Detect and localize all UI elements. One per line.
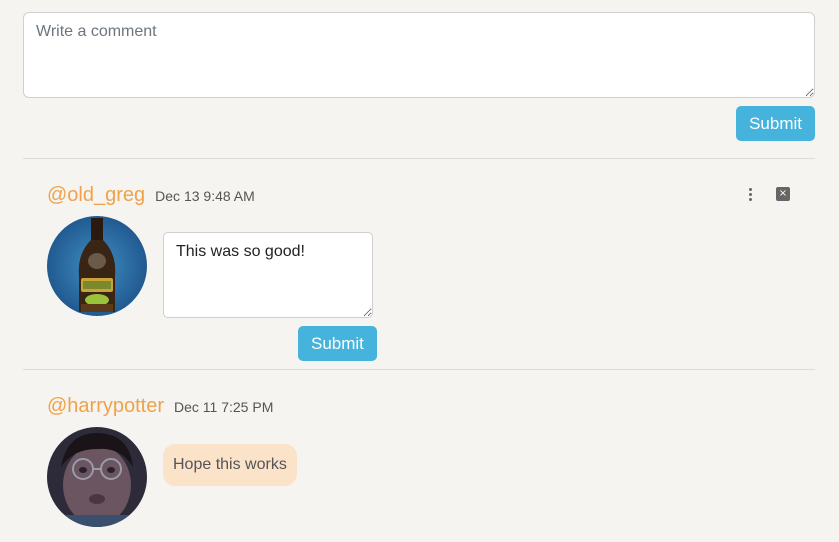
comment-input[interactable] xyxy=(23,12,815,98)
comment-item: @old_greg Dec 13 9:48 AM × This was so g… xyxy=(47,184,815,361)
comment-timestamp: Dec 13 9:48 AM xyxy=(155,188,255,204)
new-comment-form: Submit xyxy=(23,12,815,141)
comment-timestamp: Dec 11 7:25 PM xyxy=(174,399,274,415)
avatar xyxy=(47,216,147,316)
edit-comment-input[interactable] xyxy=(163,232,373,318)
comments-page: Submit @old_greg Dec 13 9:48 AM × xyxy=(0,0,839,542)
divider xyxy=(23,369,815,370)
bottle-avatar-icon xyxy=(47,216,147,316)
comment-meta: @old_greg Dec 13 9:48 AM xyxy=(47,184,815,207)
comment-meta: @harrypotter Dec 11 7:25 PM xyxy=(47,395,815,418)
close-icon[interactable]: × xyxy=(776,187,790,201)
kebab-menu-icon[interactable] xyxy=(742,186,758,202)
comment-actions: × xyxy=(742,186,790,202)
submit-comment-button[interactable]: Submit xyxy=(736,106,815,141)
submit-edit-button[interactable]: Submit xyxy=(298,326,377,361)
comment-username[interactable]: @harrypotter xyxy=(47,395,164,418)
avatar xyxy=(47,427,147,527)
person-avatar-icon xyxy=(47,427,147,527)
comment-username[interactable]: @old_greg xyxy=(47,184,145,207)
comment-item: @harrypotter Dec 11 7:25 PM Hope this wo… xyxy=(47,395,815,535)
divider xyxy=(23,158,815,159)
comment-text: Hope this works xyxy=(163,444,297,486)
